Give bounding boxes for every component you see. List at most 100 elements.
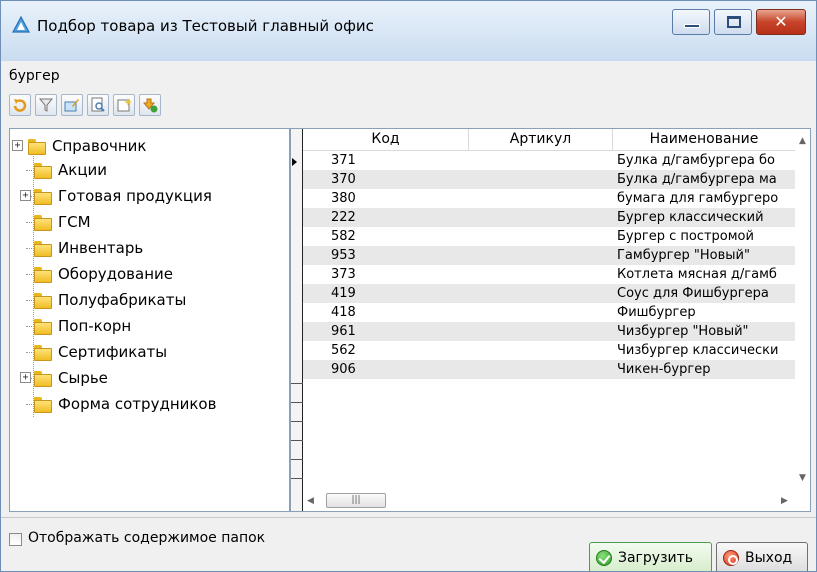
cell-name: Бургер классический xyxy=(617,210,764,225)
folder-icon xyxy=(34,319,52,335)
table-row[interactable]: 961 Чизбургер "Новый" xyxy=(303,322,795,341)
column-header-artikul[interactable]: Артикул xyxy=(469,129,613,150)
tree-root[interactable]: + Справочник xyxy=(12,134,147,158)
goods-grid[interactable]: Код Артикул Наименование 371 Булка д/гамб… xyxy=(290,128,811,512)
cell-artikul xyxy=(469,189,613,208)
table-row[interactable]: 562 Чизбургер классически xyxy=(303,341,795,360)
search-query[interactable]: бургер xyxy=(9,68,60,84)
table-row[interactable]: 906 Чикен-бургер xyxy=(303,360,795,379)
tree-item[interactable]: Форма сотрудников xyxy=(34,392,216,416)
tree-item[interactable]: ГСМ xyxy=(34,210,91,234)
indicator-separator xyxy=(291,478,303,479)
cell-name: Фишбургер xyxy=(617,305,696,320)
app-icon xyxy=(11,15,31,35)
scroll-thumb[interactable]: ||| xyxy=(326,493,386,508)
close-button[interactable]: ✕ xyxy=(756,9,806,35)
filter-icon xyxy=(38,98,54,112)
refresh-button[interactable] xyxy=(9,94,31,116)
dialog-window: Подбор товара из Тестовый главный офис ✕… xyxy=(0,0,817,572)
cell-name: Гамбургер "Новый" xyxy=(617,248,750,263)
load-button-label: Загрузить xyxy=(618,550,694,566)
column-header-kod[interactable]: Код xyxy=(303,129,469,150)
indicator-separator xyxy=(291,421,303,422)
export-button[interactable] xyxy=(139,94,161,116)
maximize-button[interactable] xyxy=(714,9,752,35)
checkbox-label: Отображать содержимое папок xyxy=(28,530,266,546)
folder-icon xyxy=(34,397,52,413)
table-row[interactable]: 419 Соус для Фишбургера xyxy=(303,284,795,303)
tree-item[interactable]: Оборудование xyxy=(34,262,173,286)
cell-artikul xyxy=(469,246,613,265)
indicator-separator xyxy=(291,402,303,403)
add-icon xyxy=(117,98,132,112)
table-row[interactable]: 222 Бургер классический xyxy=(303,208,795,227)
window-title: Подбор товара из Тестовый главный офис xyxy=(37,17,374,35)
cell-kod: 582 xyxy=(331,229,356,244)
expand-icon[interactable]: + xyxy=(20,190,31,201)
cell-kod: 419 xyxy=(331,286,356,301)
tree-item[interactable]: Полуфабрикаты xyxy=(34,288,186,312)
title-bar[interactable]: Подбор товара из Тестовый главный офис ✕ xyxy=(1,1,816,61)
indicator-separator xyxy=(291,383,303,384)
cell-name: Булка д/гамбургера бо xyxy=(617,153,775,168)
exit-icon xyxy=(723,550,739,566)
cell-kod: 222 xyxy=(331,210,356,225)
scroll-down-icon[interactable]: ▼ xyxy=(799,473,806,483)
exit-button[interactable]: Выход xyxy=(716,542,808,571)
expand-icon[interactable]: + xyxy=(20,372,31,383)
tree-item[interactable]: + Готовая продукция xyxy=(20,184,212,208)
export-icon xyxy=(142,98,158,113)
current-row-pointer-icon xyxy=(292,158,297,166)
table-row[interactable]: 373 Котлета мясная д/гамб xyxy=(303,265,795,284)
folder-tree[interactable]: + Справочник Акции + Готовая продукция ГСМ И… xyxy=(9,128,290,512)
scroll-right-icon[interactable]: ▶ xyxy=(781,496,788,506)
exit-button-label: Выход xyxy=(745,550,793,566)
cell-kod: 953 xyxy=(331,248,356,263)
table-row[interactable]: 380 бумага для гамбургеро xyxy=(303,189,795,208)
tree-item-label: Акции xyxy=(58,161,108,179)
grid-header: Код Артикул Наименование xyxy=(303,129,795,151)
table-row[interactable]: 953 Гамбургер "Новый" xyxy=(303,246,795,265)
table-row[interactable]: 370 Булка д/гамбургера ма xyxy=(303,170,795,189)
filter-button[interactable] xyxy=(35,94,57,116)
tree-item-label: Оборудование xyxy=(58,265,173,283)
cell-kod: 371 xyxy=(331,153,356,168)
cell-artikul xyxy=(469,360,613,379)
edit-button[interactable] xyxy=(61,94,83,116)
minimize-button[interactable] xyxy=(672,9,710,35)
horizontal-scrollbar[interactable]: ◀ ||| ▶ xyxy=(303,490,795,511)
column-header-name[interactable]: Наименование xyxy=(613,129,795,150)
table-row[interactable]: 371 Булка д/гамбургера бо xyxy=(303,151,795,170)
tree-item[interactable]: Акции xyxy=(34,158,107,182)
cell-artikul xyxy=(469,265,613,284)
folder-icon xyxy=(34,163,52,179)
tree-item[interactable]: Поп-корн xyxy=(34,314,131,338)
cell-kod: 380 xyxy=(331,191,356,206)
cell-artikul xyxy=(469,170,613,189)
cell-artikul xyxy=(469,227,613,246)
cell-name: Бургер с постромой xyxy=(617,229,754,244)
tree-item[interactable]: Инвентарь xyxy=(34,236,143,260)
edit-icon xyxy=(64,99,79,112)
preview-button[interactable] xyxy=(87,94,109,116)
tree-item-label: Сертификаты xyxy=(58,343,168,361)
add-button[interactable] xyxy=(113,94,135,116)
close-icon: ✕ xyxy=(774,12,788,31)
tree-item-label: Готовая продукция xyxy=(58,187,212,205)
scroll-up-icon[interactable]: ▲ xyxy=(799,136,806,146)
load-button[interactable]: Загрузить xyxy=(589,542,712,571)
folder-icon xyxy=(34,371,52,387)
tree-label-root: Справочник xyxy=(52,137,147,155)
table-row[interactable]: 418 Фишбургер xyxy=(303,303,795,322)
expand-icon[interactable]: + xyxy=(12,140,23,151)
cell-name: Чикен-бургер xyxy=(617,362,711,377)
tree-item[interactable]: Сертификаты xyxy=(34,340,167,364)
vertical-scrollbar[interactable]: ▲ ▼ xyxy=(795,129,810,489)
folder-icon xyxy=(34,293,52,309)
tree-item[interactable]: + Сырье xyxy=(20,366,108,390)
table-row[interactable]: 582 Бургер с постромой xyxy=(303,227,795,246)
tree-item-label: ГСМ xyxy=(58,213,91,231)
folder-icon xyxy=(34,215,52,231)
show-folder-contents-checkbox[interactable] xyxy=(9,533,22,546)
scroll-left-icon[interactable]: ◀ xyxy=(307,496,314,506)
